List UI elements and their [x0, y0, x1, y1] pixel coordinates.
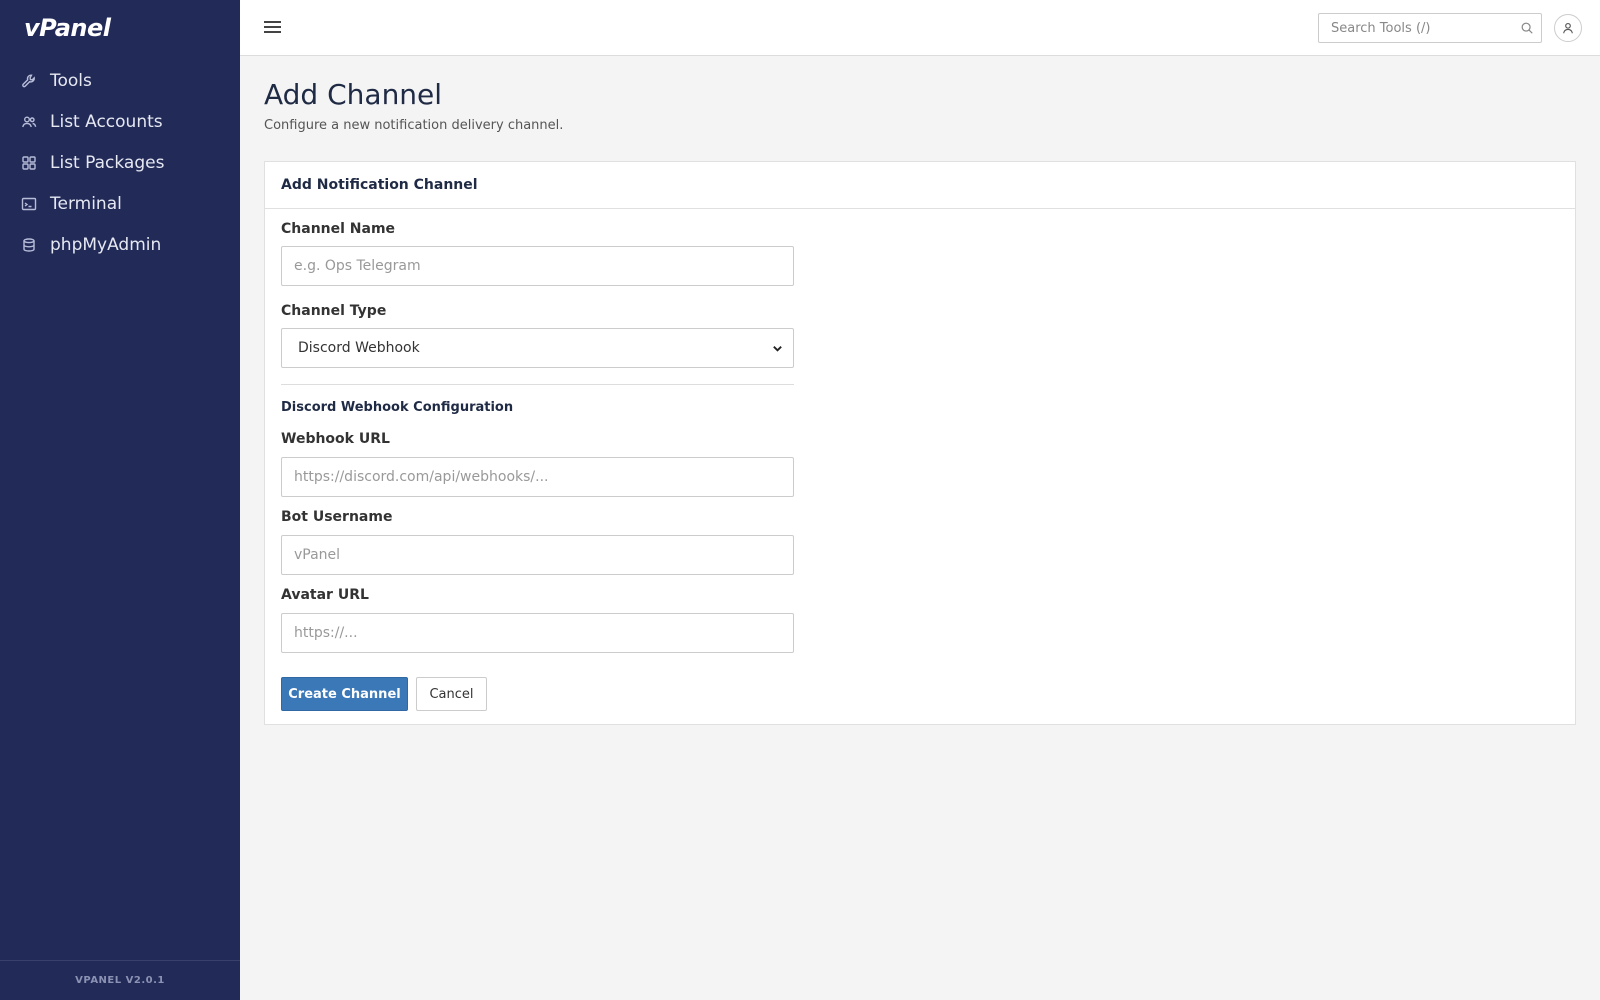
topbar — [240, 0, 1600, 56]
webhook-url-field — [281, 457, 794, 497]
sidebar-item-tools[interactable]: Tools — [0, 60, 240, 101]
search-box — [1318, 13, 1542, 43]
version-label: VPANEL V2.0.1 — [0, 960, 240, 1000]
channel-type-value: Discord Webhook — [298, 340, 420, 356]
users-icon — [20, 113, 38, 131]
page-subtitle: Configure a new notification delivery ch… — [264, 118, 564, 133]
sidebar: vPanel Tools List Accounts List Packages… — [0, 0, 240, 1000]
sidebar-item-terminal[interactable]: Terminal — [0, 183, 240, 224]
database-icon — [20, 236, 38, 254]
wrench-icon — [20, 72, 38, 90]
bot-username-label: Bot Username — [281, 509, 393, 525]
avatar-url-input[interactable] — [282, 614, 793, 652]
channel-name-label: Channel Name — [281, 221, 396, 237]
sidebar-item-phpmyadmin[interactable]: phpMyAdmin — [0, 224, 240, 265]
sidebar-nav: Tools List Accounts List Packages Termin… — [0, 60, 240, 265]
webhook-url-label: Webhook URL — [281, 431, 390, 447]
menu-toggle-icon[interactable] — [264, 18, 284, 38]
bot-username-field — [281, 535, 794, 575]
channel-type-select[interactable]: Discord Webhook — [281, 328, 794, 368]
card-title: Add Notification Channel — [265, 162, 1575, 209]
channel-name-input[interactable] — [282, 247, 793, 285]
avatar-url-label: Avatar URL — [281, 587, 369, 603]
sidebar-item-list-packages[interactable]: List Packages — [0, 142, 240, 183]
logo[interactable]: vPanel — [24, 14, 111, 42]
section-divider — [281, 384, 794, 385]
search-input[interactable] — [1319, 14, 1509, 42]
bot-username-input[interactable] — [282, 536, 793, 574]
webhook-url-input[interactable] — [282, 458, 793, 496]
create-channel-button[interactable]: Create Channel — [281, 677, 408, 711]
sidebar-item-label: Tools — [50, 70, 92, 91]
search-icon[interactable] — [1520, 21, 1534, 35]
cancel-button[interactable]: Cancel — [416, 677, 487, 711]
sidebar-item-label: List Accounts — [50, 111, 163, 132]
chevron-down-icon — [773, 345, 782, 352]
terminal-icon — [20, 195, 38, 213]
channel-type-label: Channel Type — [281, 303, 387, 319]
discord-config-title: Discord Webhook Configuration — [281, 400, 514, 415]
sidebar-item-label: Terminal — [50, 193, 122, 214]
sidebar-item-label: phpMyAdmin — [50, 234, 162, 255]
avatar-url-field — [281, 613, 794, 653]
add-channel-card: Add Notification Channel Channel Name Ch… — [264, 161, 1576, 725]
sidebar-item-label: List Packages — [50, 152, 165, 173]
channel-name-field — [281, 246, 794, 286]
grid-icon — [20, 154, 38, 172]
user-avatar-icon[interactable] — [1554, 14, 1582, 42]
page-title: Add Channel — [264, 78, 443, 111]
sidebar-item-list-accounts[interactable]: List Accounts — [0, 101, 240, 142]
